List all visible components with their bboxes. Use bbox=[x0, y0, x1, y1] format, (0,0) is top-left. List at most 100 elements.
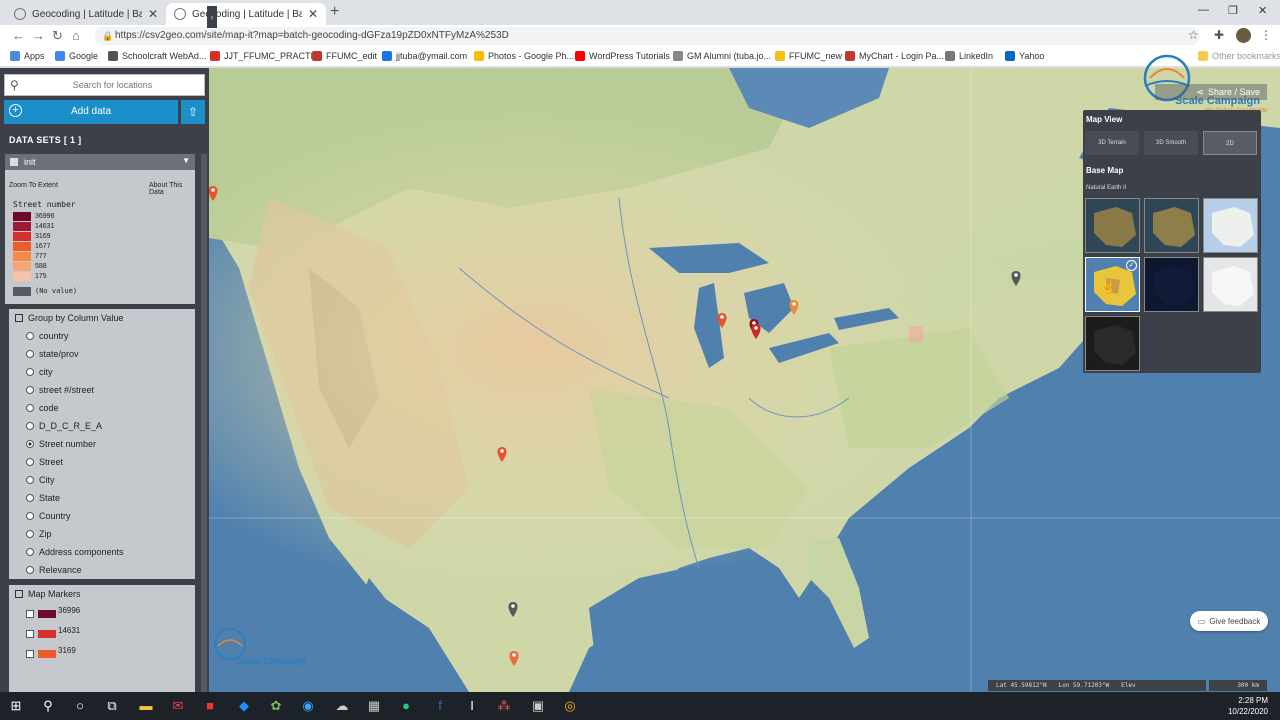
app-icon[interactable]: ● bbox=[398, 698, 414, 714]
forward-icon[interactable]: → bbox=[32, 28, 45, 43]
group-option[interactable]: State bbox=[26, 493, 60, 503]
basemap-thumb-satellite-labels[interactable] bbox=[1144, 198, 1199, 253]
bookmark-item[interactable]: Photos - Google Ph... bbox=[474, 51, 574, 61]
cortana-icon[interactable]: ○ bbox=[72, 698, 88, 714]
marker-checkbox[interactable] bbox=[26, 630, 34, 638]
bookmark-item[interactable]: Google bbox=[55, 51, 98, 61]
share-save-button[interactable]: ⋖ Share / Save bbox=[1155, 84, 1267, 100]
collapse-square-icon[interactable] bbox=[15, 314, 23, 322]
add-data-button[interactable]: + Add data bbox=[4, 100, 178, 124]
caret-down-icon[interactable]: ▼ bbox=[182, 156, 190, 165]
basemap-thumb-dark[interactable] bbox=[1085, 316, 1140, 371]
marker-checkbox[interactable] bbox=[26, 610, 34, 618]
zoom-to-extent-link[interactable]: Zoom To Extent bbox=[9, 182, 58, 189]
dropbox-icon[interactable]: ◆ bbox=[236, 698, 252, 714]
radio-button[interactable] bbox=[26, 422, 34, 430]
bookmark-item[interactable]: jjtuba@ymail.com bbox=[382, 51, 467, 61]
browser-tab[interactable]: Geocoding | Latitude | Batch Geo ✕ bbox=[6, 3, 166, 25]
group-option[interactable]: city bbox=[26, 367, 53, 377]
close-window-icon[interactable]: ✕ bbox=[1258, 4, 1267, 17]
group-option[interactable]: Relevance bbox=[26, 565, 82, 575]
sidebar-scrollbar[interactable] bbox=[201, 154, 207, 692]
group-option[interactable]: country bbox=[26, 331, 69, 341]
app-icon[interactable]: ✿ bbox=[268, 698, 284, 714]
group-option[interactable]: state/prov bbox=[26, 349, 79, 359]
bookmark-item[interactable]: LinkedIn bbox=[945, 51, 993, 61]
bookmark-item[interactable]: FFUMC_edit bbox=[312, 51, 377, 61]
radio-button[interactable] bbox=[26, 566, 34, 574]
restore-icon[interactable]: ❐ bbox=[1228, 4, 1238, 17]
radio-button[interactable] bbox=[26, 476, 34, 484]
layer-header[interactable]: init ▼ bbox=[5, 154, 195, 170]
upload-button[interactable]: ⇧ bbox=[181, 100, 205, 124]
view-3d-terrain-button[interactable]: 3D Terrain bbox=[1085, 131, 1139, 155]
radio-button[interactable] bbox=[26, 512, 34, 520]
view-2d-button[interactable]: 2D bbox=[1203, 131, 1257, 155]
view-3d-smooth-button[interactable]: 3D Smooth bbox=[1144, 131, 1198, 155]
bookmark-item[interactable]: JJT_FFUMC_PRACTI... bbox=[210, 51, 321, 61]
browser-tab-active[interactable]: Geocoding | Latitude | Batch Geo ✕ bbox=[166, 3, 326, 25]
radio-button[interactable] bbox=[26, 368, 34, 376]
calculator-icon[interactable]: ▦ bbox=[366, 698, 382, 714]
search-icon[interactable]: ⚲ bbox=[40, 698, 56, 714]
group-by-header[interactable]: Group by Column Value bbox=[15, 313, 123, 323]
group-option[interactable]: City bbox=[26, 475, 55, 485]
collapse-square-icon[interactable] bbox=[15, 590, 23, 598]
bookmark-item[interactable]: MyChart - Login Pa... bbox=[845, 51, 944, 61]
back-icon[interactable]: ← bbox=[12, 28, 25, 43]
search-input[interactable] bbox=[25, 77, 200, 93]
basemap-thumb-light[interactable] bbox=[1203, 198, 1258, 253]
bookmark-item[interactable]: Yahoo bbox=[1005, 51, 1044, 61]
basemap-thumb-white[interactable] bbox=[1203, 257, 1258, 312]
close-icon[interactable]: ✕ bbox=[148, 7, 158, 21]
group-option[interactable]: street #/street bbox=[26, 385, 94, 395]
about-data-link[interactable]: About This Data bbox=[149, 182, 195, 196]
new-tab-button[interactable]: + bbox=[330, 3, 339, 21]
map-markers-header[interactable]: Map Markers bbox=[15, 589, 81, 599]
group-option[interactable]: Address components bbox=[26, 547, 124, 557]
radio-button[interactable] bbox=[26, 440, 34, 448]
avatar[interactable] bbox=[1236, 28, 1251, 43]
radio-button[interactable] bbox=[26, 458, 34, 466]
radio-button[interactable] bbox=[26, 350, 34, 358]
group-option[interactable]: Street number bbox=[26, 439, 96, 449]
app-icon[interactable]: I bbox=[464, 698, 480, 714]
file-explorer-icon[interactable]: ▬ bbox=[138, 698, 154, 714]
group-option[interactable]: Country bbox=[26, 511, 71, 521]
group-option[interactable]: code bbox=[26, 403, 59, 413]
bookmark-item[interactable]: Apps bbox=[10, 51, 45, 61]
radio-button[interactable] bbox=[26, 530, 34, 538]
windows-start-icon[interactable]: ⊞ bbox=[8, 698, 24, 714]
url-field[interactable]: 🔒 https://csv2geo.com/site/map-it?map=ba… bbox=[95, 27, 1200, 45]
group-option[interactable]: Zip bbox=[26, 529, 52, 539]
radio-button[interactable] bbox=[26, 494, 34, 502]
collapse-panel-button[interactable]: ‹ bbox=[207, 6, 217, 28]
reload-icon[interactable]: ↻ bbox=[52, 28, 63, 44]
basemap-thumb-night[interactable] bbox=[1144, 257, 1199, 312]
extensions-icon[interactable]: ✚ bbox=[1214, 28, 1224, 42]
bookmark-item[interactable]: WordPress Tutorials bbox=[575, 51, 670, 61]
mail-icon[interactable]: ✉ bbox=[170, 698, 186, 714]
marker-row[interactable]: 3169 bbox=[26, 646, 186, 659]
radio-button[interactable] bbox=[26, 332, 34, 340]
marker-row[interactable]: 14631 bbox=[26, 626, 186, 639]
radio-button[interactable] bbox=[26, 386, 34, 394]
home-icon[interactable]: ⌂ bbox=[72, 28, 80, 43]
edge-icon[interactable]: ◉ bbox=[300, 698, 316, 714]
bookmark-item[interactable]: FFUMC_new bbox=[775, 51, 842, 61]
star-icon[interactable]: ☆ bbox=[1188, 28, 1199, 42]
search-box[interactable]: ⚲ bbox=[4, 74, 205, 96]
app-icon[interactable]: ⁂ bbox=[496, 698, 512, 714]
facebook-icon[interactable]: f bbox=[432, 698, 448, 714]
bookmark-item[interactable]: GM Alumni (tuba.jo... bbox=[673, 51, 771, 61]
app-icon[interactable]: ▣ bbox=[530, 698, 546, 714]
radio-button[interactable] bbox=[26, 404, 34, 412]
marker-checkbox[interactable] bbox=[26, 650, 34, 658]
app-icon[interactable]: ☁ bbox=[334, 698, 350, 714]
close-icon[interactable]: ✕ bbox=[308, 7, 318, 21]
basemap-thumb-satellite[interactable] bbox=[1085, 198, 1140, 253]
bookmark-item[interactable]: Schoolcraft WebAd... bbox=[108, 51, 206, 61]
group-option[interactable]: Street bbox=[26, 457, 63, 467]
task-view-icon[interactable]: ⧉ bbox=[104, 698, 120, 714]
marker-row[interactable]: 36996 bbox=[26, 606, 186, 619]
